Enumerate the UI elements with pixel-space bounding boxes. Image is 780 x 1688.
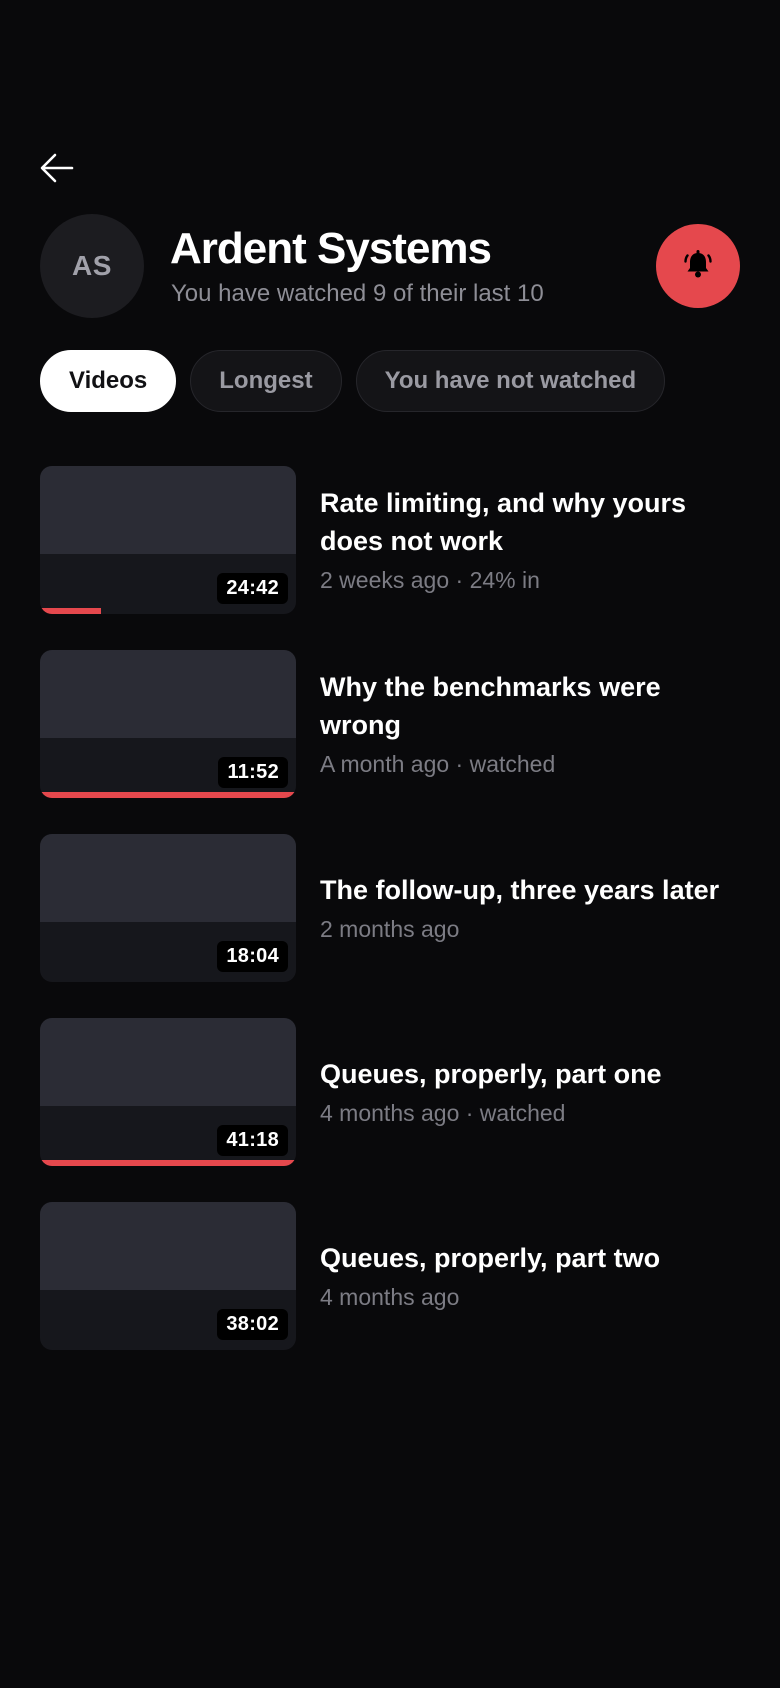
video-meta: 4 months ago <box>320 1284 460 1310</box>
video-item[interactable]: 24:42 Rate limiting, and why yours does … <box>40 466 750 614</box>
watch-summary: You have watched 9 of their last 10 <box>171 280 544 307</box>
video-thumbnail[interactable]: 18:04 <box>40 834 296 982</box>
video-meta: 2 months ago <box>320 916 460 942</box>
progress-bar <box>40 792 296 798</box>
back-button[interactable] <box>40 150 88 190</box>
duration-badge: 38:02 <box>217 1309 288 1340</box>
video-meta: 4 months ago · watched <box>320 1100 566 1126</box>
progress-bar <box>40 1160 296 1166</box>
video-item[interactable]: 38:02 Queues, properly, part two 4 month… <box>40 1202 750 1350</box>
video-meta: A month ago · watched <box>320 751 556 777</box>
video-item[interactable]: 41:18 Queues, properly, part one 4 month… <box>40 1018 750 1166</box>
video-title[interactable]: Rate limiting, and why yours does not wo… <box>320 484 720 560</box>
progress-bar <box>40 1344 296 1350</box>
progress-bar <box>40 976 296 982</box>
video-item[interactable]: 11:52 Why the benchmarks were wrong A mo… <box>40 650 750 798</box>
bell-ringing-icon <box>681 247 715 286</box>
duration-badge: 11:52 <box>218 757 288 788</box>
filter-chips: Videos Longest You have not watched <box>40 350 666 412</box>
video-meta: 2 weeks ago · 24% in <box>320 567 540 593</box>
video-thumbnail[interactable]: 41:18 <box>40 1018 296 1166</box>
arrow-left-icon <box>40 153 74 188</box>
video-thumbnail[interactable]: 11:52 <box>40 650 296 798</box>
video-thumbnail[interactable]: 38:02 <box>40 1202 296 1350</box>
video-list: 24:42 Rate limiting, and why yours does … <box>40 466 750 1386</box>
channel-header: AS Ardent Systems You have watched 9 of … <box>40 214 740 318</box>
notifications-button[interactable] <box>656 224 740 308</box>
chip-videos[interactable]: Videos <box>40 350 177 412</box>
channel-page: AS Ardent Systems You have watched 9 of … <box>0 0 780 1688</box>
video-thumbnail[interactable]: 24:42 <box>40 466 296 614</box>
video-title[interactable]: Why the benchmarks were wrong <box>320 668 720 744</box>
chip-not-watched[interactable]: You have not watched <box>355 350 666 412</box>
video-title[interactable]: Queues, properly, part one <box>320 1055 720 1093</box>
video-title[interactable]: Queues, properly, part two <box>320 1239 720 1277</box>
channel-name: Ardent Systems <box>170 224 492 273</box>
duration-badge: 18:04 <box>217 941 288 972</box>
video-item[interactable]: 18:04 The follow-up, three years later 2… <box>40 834 750 982</box>
chip-longest[interactable]: Longest <box>190 350 342 412</box>
progress-bar <box>40 608 296 614</box>
video-title[interactable]: The follow-up, three years later <box>320 871 720 909</box>
avatar: AS <box>40 214 144 318</box>
duration-badge: 24:42 <box>217 573 288 604</box>
duration-badge: 41:18 <box>217 1125 288 1156</box>
